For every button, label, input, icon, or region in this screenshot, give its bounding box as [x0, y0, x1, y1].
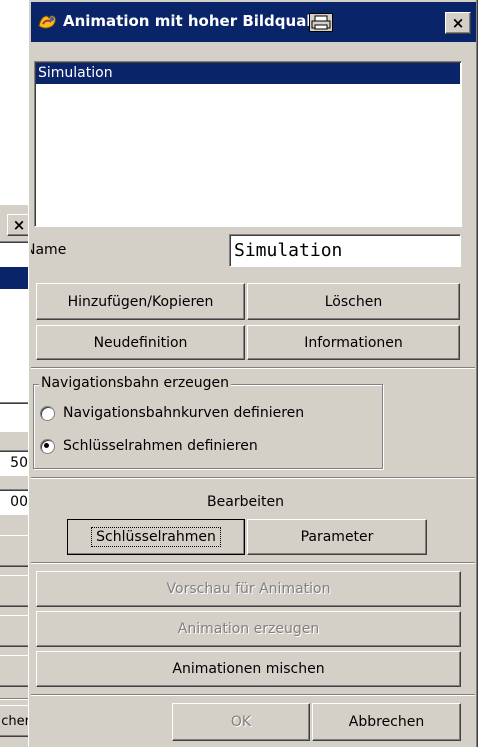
- print-icon[interactable]: [309, 13, 333, 32]
- background-field-2[interactable]: 00: [0, 489, 31, 515]
- close-button[interactable]: ×: [445, 12, 471, 34]
- option-keyframes-label: Schlüsselrahmen definieren: [63, 438, 258, 454]
- preview-button[interactable]: Vorschau für Animation: [36, 571, 461, 607]
- background-field-1-value: 50: [10, 455, 28, 471]
- navigation-group: [33, 384, 383, 469]
- background-button-4[interactable]: [0, 655, 31, 687]
- ok-button[interactable]: OK: [172, 703, 310, 741]
- close-icon: ×: [12, 216, 26, 234]
- divider-3: [31, 562, 475, 564]
- background-button-3[interactable]: [0, 615, 31, 647]
- title-bar[interactable]: Animation mit hoher Bildqual ×: [31, 2, 476, 42]
- background-list-selection: [0, 267, 30, 289]
- navigation-group-title: Navigationsbahn erzeugen: [39, 375, 232, 391]
- background-button-last[interactable]: cher: [0, 705, 31, 737]
- cancel-label: Abbrechen: [348, 714, 425, 730]
- keyframes-button[interactable]: Schlüsselrahmen: [67, 519, 245, 555]
- divider-4: [31, 694, 475, 696]
- list-item-selected[interactable]: Simulation: [36, 63, 460, 84]
- parameters-label: Parameter: [300, 529, 374, 545]
- radio-curves[interactable]: [40, 405, 55, 421]
- list-item-label: Simulation: [38, 65, 113, 81]
- window-title: Animation mit hoher Bildqual: [63, 12, 312, 30]
- app-icon: [37, 12, 59, 32]
- radio-keyframes[interactable]: [40, 438, 55, 454]
- preview-label: Vorschau für Animation: [166, 581, 331, 597]
- info-label: Informationen: [304, 334, 403, 351]
- redefine-button[interactable]: Neudefinition: [36, 325, 245, 360]
- background-field-2-value: 00: [10, 494, 28, 510]
- name-label-text: Name: [31, 242, 67, 258]
- generate-button[interactable]: Animation erzeugen: [36, 611, 461, 647]
- generate-label: Animation erzeugen: [177, 621, 320, 637]
- add-copy-button[interactable]: Hinzufügen/Kopieren: [36, 283, 245, 320]
- background-input-1[interactable]: [0, 402, 31, 432]
- delete-button[interactable]: Löschen: [247, 283, 460, 320]
- animation-dialog: Animation mit hoher Bildqual × Simulatio…: [28, 0, 478, 747]
- keyframes-label: Schlüsselrahmen: [91, 527, 221, 547]
- divider-1: [31, 367, 475, 369]
- background-button-2[interactable]: [0, 575, 31, 607]
- background-button-last-label: cher: [1, 713, 30, 729]
- animation-list[interactable]: Simulation: [34, 61, 462, 227]
- background-button-1[interactable]: [0, 535, 31, 567]
- option-curves[interactable]: Navigationsbahnkurven definieren: [40, 405, 304, 421]
- name-field[interactable]: Simulation: [229, 234, 461, 267]
- edit-label: Bearbeiten: [207, 494, 284, 510]
- divider-2: [31, 477, 475, 479]
- option-keyframes[interactable]: Schlüsselrahmen definieren: [40, 438, 258, 454]
- add-copy-label: Hinzufügen/Kopieren: [67, 293, 214, 310]
- parameters-button[interactable]: Parameter: [247, 519, 427, 555]
- option-curves-label: Navigationsbahnkurven definieren: [63, 405, 305, 421]
- delete-label: Löschen: [324, 293, 383, 310]
- close-icon: ×: [451, 14, 465, 32]
- name-field-value: Simulation: [234, 240, 343, 261]
- redefine-label: Neudefinition: [93, 334, 188, 351]
- mix-button[interactable]: Animationen mischen: [36, 651, 461, 687]
- background-field-1[interactable]: 50: [0, 450, 31, 476]
- name-label: Name: [31, 242, 121, 264]
- background-list[interactable]: [0, 241, 31, 405]
- cancel-button[interactable]: Abbrechen: [312, 703, 461, 741]
- mix-label: Animationen mischen: [172, 661, 325, 677]
- ok-label: OK: [230, 714, 252, 730]
- info-button[interactable]: Informationen: [247, 325, 460, 360]
